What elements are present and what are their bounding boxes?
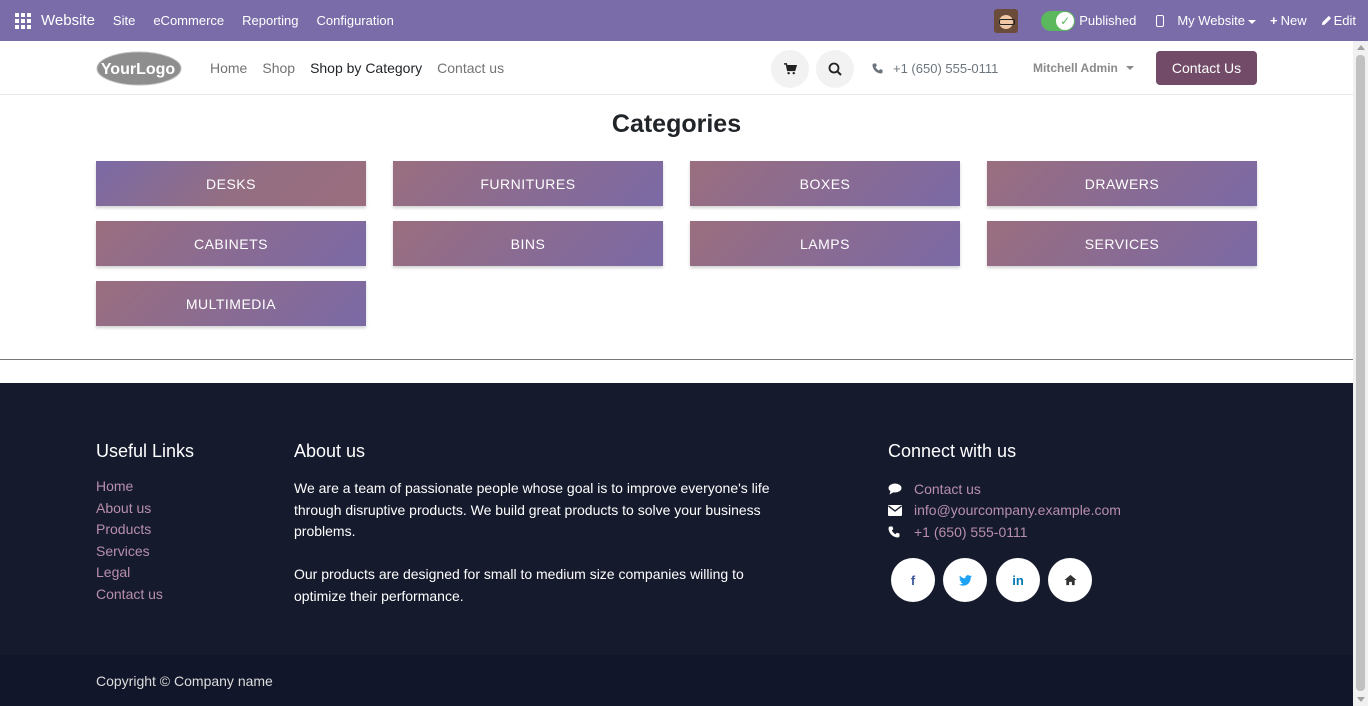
envelope-icon	[888, 504, 902, 516]
search-button[interactable]	[816, 50, 854, 88]
linkedin-icon: in	[1012, 572, 1024, 588]
nav-shop[interactable]: Shop	[262, 60, 295, 76]
user-avatar-icon[interactable]	[994, 8, 1019, 33]
admin-bar: Website Site eCommerce Reporting Configu…	[0, 0, 1368, 41]
site-footer: Useful Links Home About us Products Serv…	[0, 383, 1353, 655]
scrollbar-thumb[interactable]	[1356, 55, 1365, 691]
cart-icon	[783, 63, 797, 75]
nav-shop-by-category[interactable]: Shop by Category	[310, 60, 422, 76]
edit-button[interactable]: Edit	[1321, 13, 1356, 28]
about-us-text: We are a team of passionate people whose…	[294, 478, 774, 608]
phone-icon	[888, 526, 900, 538]
admin-menu: Site eCommerce Reporting Configuration	[113, 13, 394, 28]
site-header: YourLogo Home Shop Shop by Category Cont…	[0, 41, 1353, 95]
useful-links-list: Home About us Products Services Legal Co…	[96, 478, 163, 608]
categories-title: Categories	[611, 110, 742, 138]
admin-right-group: Published My Website +New Edit	[994, 0, 1356, 41]
header-phone[interactable]: +1 (650) 555-0111	[872, 41, 998, 95]
category-lamps[interactable]: LAMPS	[690, 221, 960, 266]
connect-list: Contact us info@yourcompany.example.com …	[888, 478, 1121, 543]
admin-menu-ecommerce[interactable]: eCommerce	[153, 13, 224, 28]
company-logo[interactable]: YourLogo	[96, 51, 182, 86]
footer-link-contact-us[interactable]: Contact us	[96, 586, 163, 608]
footer-link-products[interactable]: Products	[96, 521, 163, 543]
connect-email-row[interactable]: info@yourcompany.example.com	[888, 500, 1121, 522]
about-paragraph-1: We are a team of passionate people whose…	[294, 480, 770, 540]
logo-text: YourLogo	[101, 61, 176, 78]
nav-home[interactable]: Home	[210, 60, 247, 76]
home-icon	[1063, 574, 1077, 586]
connect-email-link: info@yourcompany.example.com	[914, 502, 1121, 519]
edit-label: Edit	[1333, 13, 1356, 28]
connect-phone-number: +1 (650) 555-0111	[914, 523, 1028, 540]
user-menu[interactable]: Mitchell Admin	[1033, 41, 1134, 95]
my-website-label: My Website	[1177, 13, 1245, 28]
search-icon	[828, 62, 842, 76]
copyright-bar: Copyright © Company name	[0, 655, 1353, 706]
page-scrollbar[interactable]	[1353, 41, 1368, 706]
new-button[interactable]: + New	[1270, 13, 1307, 28]
useful-links-title: Useful Links	[96, 441, 195, 461]
apps-grid-icon[interactable]	[15, 12, 31, 29]
caret-down-icon	[1247, 19, 1256, 24]
category-services[interactable]: SERVICES	[987, 221, 1257, 266]
home-social-button[interactable]	[1048, 558, 1092, 602]
comment-icon	[888, 483, 902, 495]
scroll-up-arrow-icon[interactable]	[1357, 45, 1365, 50]
my-website-dropdown[interactable]: My Website	[1177, 13, 1256, 28]
admin-brand[interactable]: Website	[41, 12, 95, 29]
about-paragraph-2: Our products are designed for small to m…	[294, 566, 744, 604]
footer-link-home[interactable]: Home	[96, 478, 163, 500]
user-name: Mitchell Admin	[1033, 61, 1118, 75]
footer-link-about-us[interactable]: About us	[96, 500, 163, 522]
admin-menu-configuration[interactable]: Configuration	[317, 13, 394, 28]
connect-contact-link: Contact us	[914, 480, 981, 497]
header-phone-number: +1 (650) 555-0111	[893, 60, 999, 76]
facebook-icon: f	[910, 572, 916, 588]
new-label: New	[1280, 13, 1307, 28]
twitter-button[interactable]	[943, 558, 987, 602]
facebook-button[interactable]: f	[891, 558, 935, 602]
connect-title: Connect with us	[888, 441, 1017, 461]
admin-menu-site[interactable]: Site	[113, 13, 135, 28]
category-multimedia[interactable]: MULTIMEDIA	[96, 281, 366, 326]
about-us-title: About us	[294, 441, 366, 461]
category-cabinets[interactable]: CABINETS	[96, 221, 366, 266]
copyright-text: Copyright © Company name	[96, 673, 273, 689]
connect-phone-row[interactable]: +1 (650) 555-0111	[888, 521, 1121, 543]
content-divider	[0, 359, 1353, 360]
published-label[interactable]: Published	[1079, 13, 1136, 28]
linkedin-button[interactable]: in	[996, 558, 1040, 602]
footer-link-services[interactable]: Services	[96, 543, 163, 565]
main-nav: Home Shop Shop by Category Contact us	[210, 41, 504, 95]
category-drawers[interactable]: DRAWERS	[987, 161, 1257, 206]
category-boxes[interactable]: BOXES	[690, 161, 960, 206]
connect-contact-row[interactable]: Contact us	[888, 478, 1121, 500]
scroll-down-arrow-icon[interactable]	[1357, 697, 1365, 702]
category-bins[interactable]: BINS	[393, 221, 663, 266]
plus-icon: +	[1269, 13, 1278, 28]
category-furnitures[interactable]: FURNITURES	[393, 161, 663, 206]
caret-down-icon	[1125, 66, 1134, 70]
pencil-icon	[1321, 15, 1331, 26]
nav-contact-us[interactable]: Contact us	[437, 60, 504, 76]
mobile-preview-icon[interactable]	[1156, 14, 1165, 27]
published-toggle[interactable]	[1041, 10, 1076, 31]
contact-us-button[interactable]: Contact Us	[1156, 51, 1257, 85]
phone-icon	[872, 62, 883, 74]
twitter-icon	[958, 574, 972, 586]
footer-link-legal[interactable]: Legal	[96, 564, 163, 586]
cart-button[interactable]	[771, 50, 809, 88]
admin-menu-reporting[interactable]: Reporting	[242, 13, 298, 28]
category-desks[interactable]: DESKS	[96, 161, 366, 206]
